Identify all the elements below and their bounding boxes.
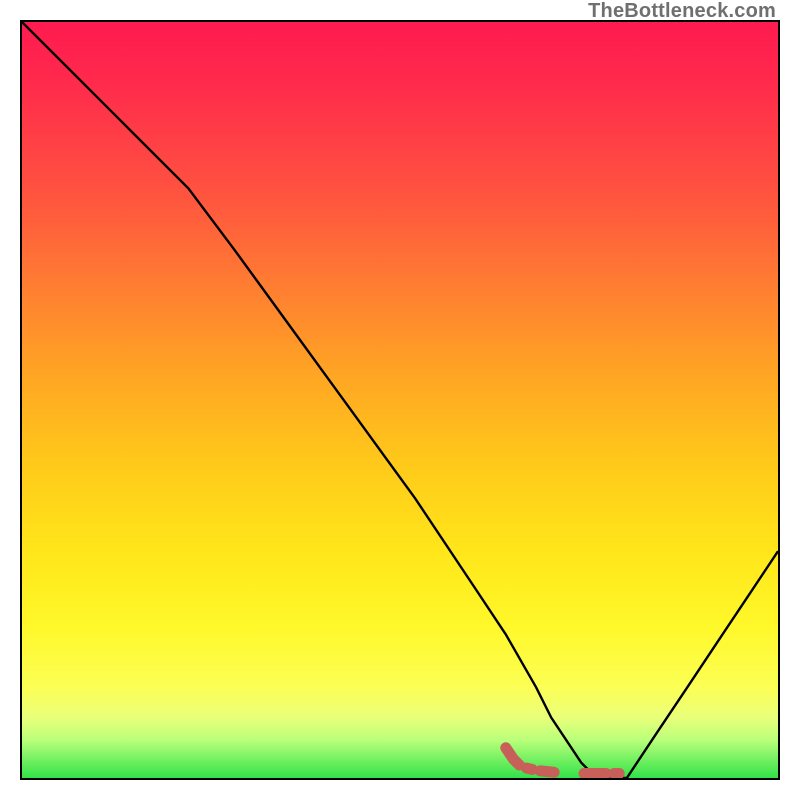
chart-frame: [20, 20, 780, 780]
chart-svg: [22, 22, 778, 778]
highlight-markers: [506, 748, 619, 774]
bottleneck-curve: [22, 22, 778, 778]
marker-path: [506, 748, 619, 774]
